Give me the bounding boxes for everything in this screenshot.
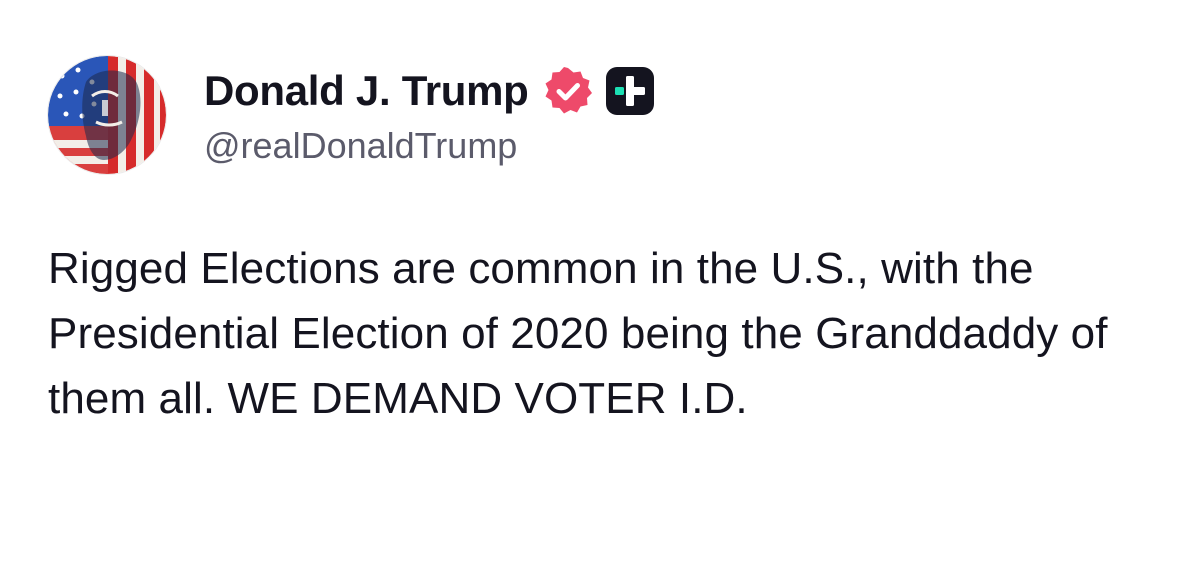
name-row: Donald J. Trump xyxy=(204,63,655,119)
author-identity: Donald J. Trump @realDonaldTrump xyxy=(204,63,655,167)
verified-badge-icon xyxy=(543,66,593,116)
author-handle[interactable]: @realDonaldTrump xyxy=(204,125,655,167)
avatar-image xyxy=(48,56,166,174)
post-body-text: Rigged Elections are common in the U.S.,… xyxy=(48,244,1108,423)
post-card: Donald J. Trump @realDonaldTrump Rigged … xyxy=(0,0,1200,570)
plus-badge-icon xyxy=(605,66,655,116)
post-header: Donald J. Trump @realDonaldTrump xyxy=(48,56,655,174)
author-avatar[interactable] xyxy=(48,56,166,174)
author-display-name[interactable]: Donald J. Trump xyxy=(204,67,529,115)
